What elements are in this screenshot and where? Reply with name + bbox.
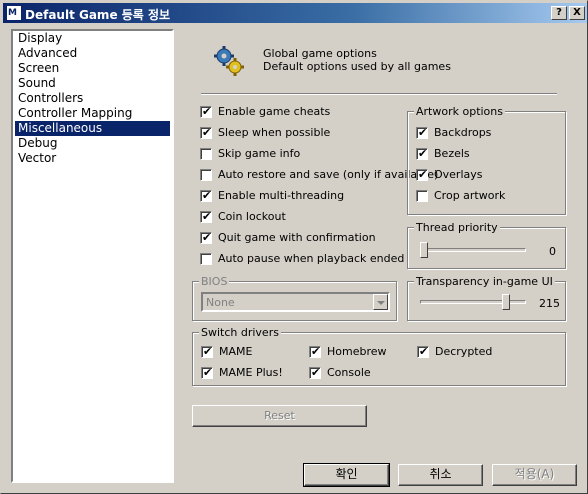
category-item-sound[interactable]: Sound bbox=[15, 76, 170, 91]
checkbox-bezels[interactable]: ✔ Bezels bbox=[416, 146, 556, 162]
header-title: Global game options bbox=[263, 47, 377, 60]
checkbox-crop-artwork[interactable]: Crop artwork bbox=[416, 188, 556, 204]
thread-priority-value: 0 bbox=[549, 245, 556, 258]
check-mark-icon: ✔ bbox=[311, 345, 321, 358]
category-list[interactable]: Display Advanced Screen Sound Controller… bbox=[11, 29, 174, 483]
checkbox-console[interactable]: ✔ Console bbox=[309, 365, 409, 381]
checkbox-label: Auto pause when playback ended bbox=[218, 252, 405, 265]
category-item-screen[interactable]: Screen bbox=[15, 61, 170, 76]
app-icon: M bbox=[6, 5, 22, 21]
checkbox-label: Crop artwork bbox=[434, 189, 506, 202]
checkbox-coin-lockout[interactable]: ✔ Coin lockout bbox=[200, 209, 400, 225]
checkbox-mame-plus[interactable]: ✔ MAME Plus! bbox=[201, 365, 301, 381]
checkbox-mame[interactable]: ✔ MAME bbox=[201, 344, 301, 360]
switch-drivers-group: Switch drivers ✔ MAME ✔ Homebrew ✔ Decrypte… bbox=[192, 326, 566, 386]
bios-select-value: None bbox=[206, 296, 235, 309]
checkbox-label: Sleep when possible bbox=[218, 126, 331, 139]
checkbox-label: Enable multi-threading bbox=[218, 189, 345, 202]
ok-button[interactable]: 확인 bbox=[303, 463, 390, 487]
properties-dialog: M Default Game 등록 정보 ? X Display Advance… bbox=[0, 0, 588, 494]
window-title: Default Game 등록 정보 bbox=[25, 8, 171, 22]
category-item-controller-mapping[interactable]: Controller Mapping bbox=[15, 106, 170, 121]
thread-priority-slider[interactable] bbox=[420, 242, 428, 258]
checkbox-overlays[interactable]: ✔ Overlays bbox=[416, 167, 556, 183]
checkbox-label: MAME bbox=[219, 345, 253, 358]
group-title: Switch drivers bbox=[199, 326, 281, 339]
checkbox-decrypted[interactable]: ✔ Decrypted bbox=[417, 344, 517, 360]
thread-priority-group: Thread priority 0 bbox=[407, 221, 566, 269]
category-item-debug[interactable]: Debug bbox=[15, 136, 170, 151]
checkbox-label: Skip game info bbox=[218, 147, 301, 160]
cancel-button[interactable]: 취소 bbox=[398, 464, 483, 486]
header-subtitle: Default options used by all games bbox=[263, 60, 451, 73]
check-mark-icon: ✔ bbox=[203, 345, 213, 358]
checkbox-quit-with-confirmation[interactable]: ✔ Quit game with confirmation bbox=[200, 230, 400, 246]
category-item-miscellaneous[interactable]: Miscellaneous bbox=[15, 121, 170, 136]
transparency-value: 215 bbox=[539, 297, 560, 310]
group-title: BIOS bbox=[199, 275, 230, 288]
category-item-advanced[interactable]: Advanced bbox=[15, 46, 170, 61]
checkbox-enable-multithreading[interactable]: ✔ Enable multi-threading bbox=[200, 188, 400, 204]
checkbox-label: Homebrew bbox=[327, 345, 387, 358]
apply-button[interactable]: 적용(A) bbox=[492, 464, 577, 486]
header-divider bbox=[201, 93, 557, 95]
check-mark-icon: ✔ bbox=[419, 345, 429, 358]
checkbox-label: Bezels bbox=[434, 147, 470, 160]
thread-priority-track bbox=[420, 248, 526, 252]
checkbox-homebrew[interactable]: ✔ Homebrew bbox=[309, 344, 409, 360]
reset-button[interactable]: Reset bbox=[192, 405, 367, 427]
checkbox-label: Backdrops bbox=[434, 126, 492, 139]
bios-select[interactable]: None bbox=[201, 292, 390, 312]
checkbox-label: Overlays bbox=[434, 168, 483, 181]
checkbox-label: Console bbox=[327, 366, 371, 379]
checkbox-skip-game-info[interactable]: Skip game info bbox=[200, 146, 400, 162]
checkbox-backdrops[interactable]: ✔ Backdrops bbox=[416, 125, 556, 141]
gears-icon bbox=[214, 46, 244, 76]
check-mark-icon: ✔ bbox=[202, 126, 212, 139]
checkbox-label: Quit game with confirmation bbox=[218, 231, 376, 244]
checkbox-label: Auto restore and save (only if available… bbox=[218, 168, 439, 181]
category-item-vector[interactable]: Vector bbox=[15, 151, 170, 166]
transparency-group: Transparency in-game UI 215 bbox=[407, 275, 566, 321]
checkbox-sleep-when-possible[interactable]: ✔ Sleep when possible bbox=[200, 125, 400, 141]
artwork-options-group: Artwork options ✔ Backdrops ✔ Bezels ✔ Over… bbox=[407, 105, 566, 215]
transparency-slider[interactable] bbox=[502, 294, 510, 310]
checkbox-label: Decrypted bbox=[435, 345, 493, 358]
close-button[interactable]: X bbox=[569, 6, 585, 20]
check-mark-icon: ✔ bbox=[202, 105, 212, 118]
checkbox-label: Enable game cheats bbox=[218, 105, 331, 118]
check-mark-icon: ✔ bbox=[202, 231, 212, 244]
checkbox-label: MAME Plus! bbox=[219, 366, 283, 379]
check-mark-icon: ✔ bbox=[311, 366, 321, 379]
group-title: Transparency in-game UI bbox=[414, 275, 555, 288]
check-mark-icon: ✔ bbox=[202, 210, 212, 223]
check-mark-icon: ✔ bbox=[418, 126, 428, 139]
title-bar[interactable]: M Default Game 등록 정보 ? X bbox=[3, 3, 587, 23]
check-mark-icon: ✔ bbox=[418, 147, 428, 160]
check-mark-icon: ✔ bbox=[203, 366, 213, 379]
bios-group: BIOS None bbox=[192, 275, 397, 321]
checkbox-label: Coin lockout bbox=[218, 210, 286, 223]
category-item-controllers[interactable]: Controllers bbox=[15, 91, 170, 106]
check-mark-icon: ✔ bbox=[202, 189, 212, 202]
transparency-track bbox=[420, 300, 526, 304]
checkbox-auto-restore-save[interactable]: Auto restore and save (only if available… bbox=[200, 167, 438, 183]
check-mark-icon: ✔ bbox=[418, 168, 428, 181]
chevron-down-icon bbox=[373, 294, 388, 310]
group-title: Thread priority bbox=[414, 221, 500, 234]
group-title: Artwork options bbox=[414, 105, 505, 118]
help-button[interactable]: ? bbox=[551, 6, 567, 20]
checkbox-enable-game-cheats[interactable]: ✔ Enable game cheats bbox=[200, 104, 400, 120]
checkbox-auto-pause-playback[interactable]: Auto pause when playback ended bbox=[200, 251, 404, 267]
category-item-display[interactable]: Display bbox=[15, 31, 170, 46]
